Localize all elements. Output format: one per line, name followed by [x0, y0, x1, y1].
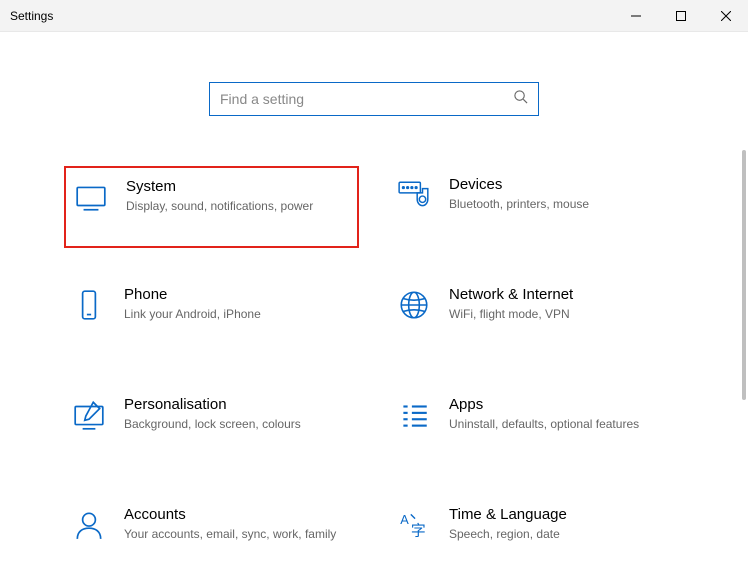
- personalisation-icon: [72, 398, 106, 432]
- categories-grid: System Display, sound, notifications, po…: [64, 166, 684, 571]
- devices-icon: [397, 178, 431, 212]
- category-system[interactable]: System Display, sound, notifications, po…: [64, 166, 359, 248]
- window-title: Settings: [0, 9, 53, 23]
- search-box[interactable]: [209, 82, 539, 116]
- phone-icon: [72, 288, 106, 322]
- category-devices[interactable]: Devices Bluetooth, printers, mouse: [389, 166, 684, 248]
- svg-text:字: 字: [411, 523, 426, 540]
- search-input[interactable]: [220, 91, 513, 107]
- category-text: System Display, sound, notifications, po…: [126, 178, 349, 214]
- category-phone[interactable]: Phone Link your Android, iPhone: [64, 276, 359, 358]
- category-accounts[interactable]: Accounts Your accounts, email, sync, wor…: [64, 496, 359, 571]
- minimize-button[interactable]: [613, 0, 658, 31]
- category-title: Accounts: [124, 506, 351, 523]
- time-language-icon: A 字: [397, 508, 431, 542]
- category-text: Devices Bluetooth, printers, mouse: [449, 176, 676, 212]
- network-icon: [397, 288, 431, 322]
- category-description: Uninstall, defaults, optional features: [449, 416, 676, 432]
- category-description: Link your Android, iPhone: [124, 306, 351, 322]
- category-title: Time & Language: [449, 506, 676, 523]
- category-title: Network & Internet: [449, 286, 676, 303]
- accounts-icon: [72, 508, 106, 542]
- category-text: Network & Internet WiFi, flight mode, VP…: [449, 286, 676, 322]
- search-icon: [513, 89, 528, 109]
- system-icon: [74, 180, 108, 214]
- scrollbar-thumb[interactable]: [742, 150, 746, 400]
- category-text: Time & Language Speech, region, date: [449, 506, 676, 542]
- category-title: Apps: [449, 396, 676, 413]
- category-description: Bluetooth, printers, mouse: [449, 196, 676, 212]
- category-network[interactable]: Network & Internet WiFi, flight mode, VP…: [389, 276, 684, 358]
- category-title: Phone: [124, 286, 351, 303]
- category-apps[interactable]: Apps Uninstall, defaults, optional featu…: [389, 386, 684, 468]
- category-title: System: [126, 178, 349, 195]
- category-description: WiFi, flight mode, VPN: [449, 306, 676, 322]
- category-text: Apps Uninstall, defaults, optional featu…: [449, 396, 676, 432]
- category-title: Personalisation: [124, 396, 351, 413]
- category-description: Background, lock screen, colours: [124, 416, 351, 432]
- category-text: Personalisation Background, lock screen,…: [124, 396, 351, 432]
- titlebar: Settings: [0, 0, 748, 32]
- svg-text:A: A: [400, 512, 409, 527]
- category-time-language[interactable]: A 字 Time & Language Speech, region, date: [389, 496, 684, 571]
- close-button[interactable]: [703, 0, 748, 31]
- category-personalisation[interactable]: Personalisation Background, lock screen,…: [64, 386, 359, 468]
- category-text: Phone Link your Android, iPhone: [124, 286, 351, 322]
- category-description: Display, sound, notifications, power: [126, 198, 349, 214]
- category-description: Speech, region, date: [449, 526, 676, 542]
- search-container: [0, 82, 748, 116]
- maximize-button[interactable]: [658, 0, 703, 31]
- category-text: Accounts Your accounts, email, sync, wor…: [124, 506, 351, 542]
- category-title: Devices: [449, 176, 676, 193]
- content-area: System Display, sound, notifications, po…: [0, 32, 748, 571]
- apps-icon: [397, 398, 431, 432]
- category-description: Your accounts, email, sync, work, family: [124, 526, 351, 542]
- window-controls: [613, 0, 748, 31]
